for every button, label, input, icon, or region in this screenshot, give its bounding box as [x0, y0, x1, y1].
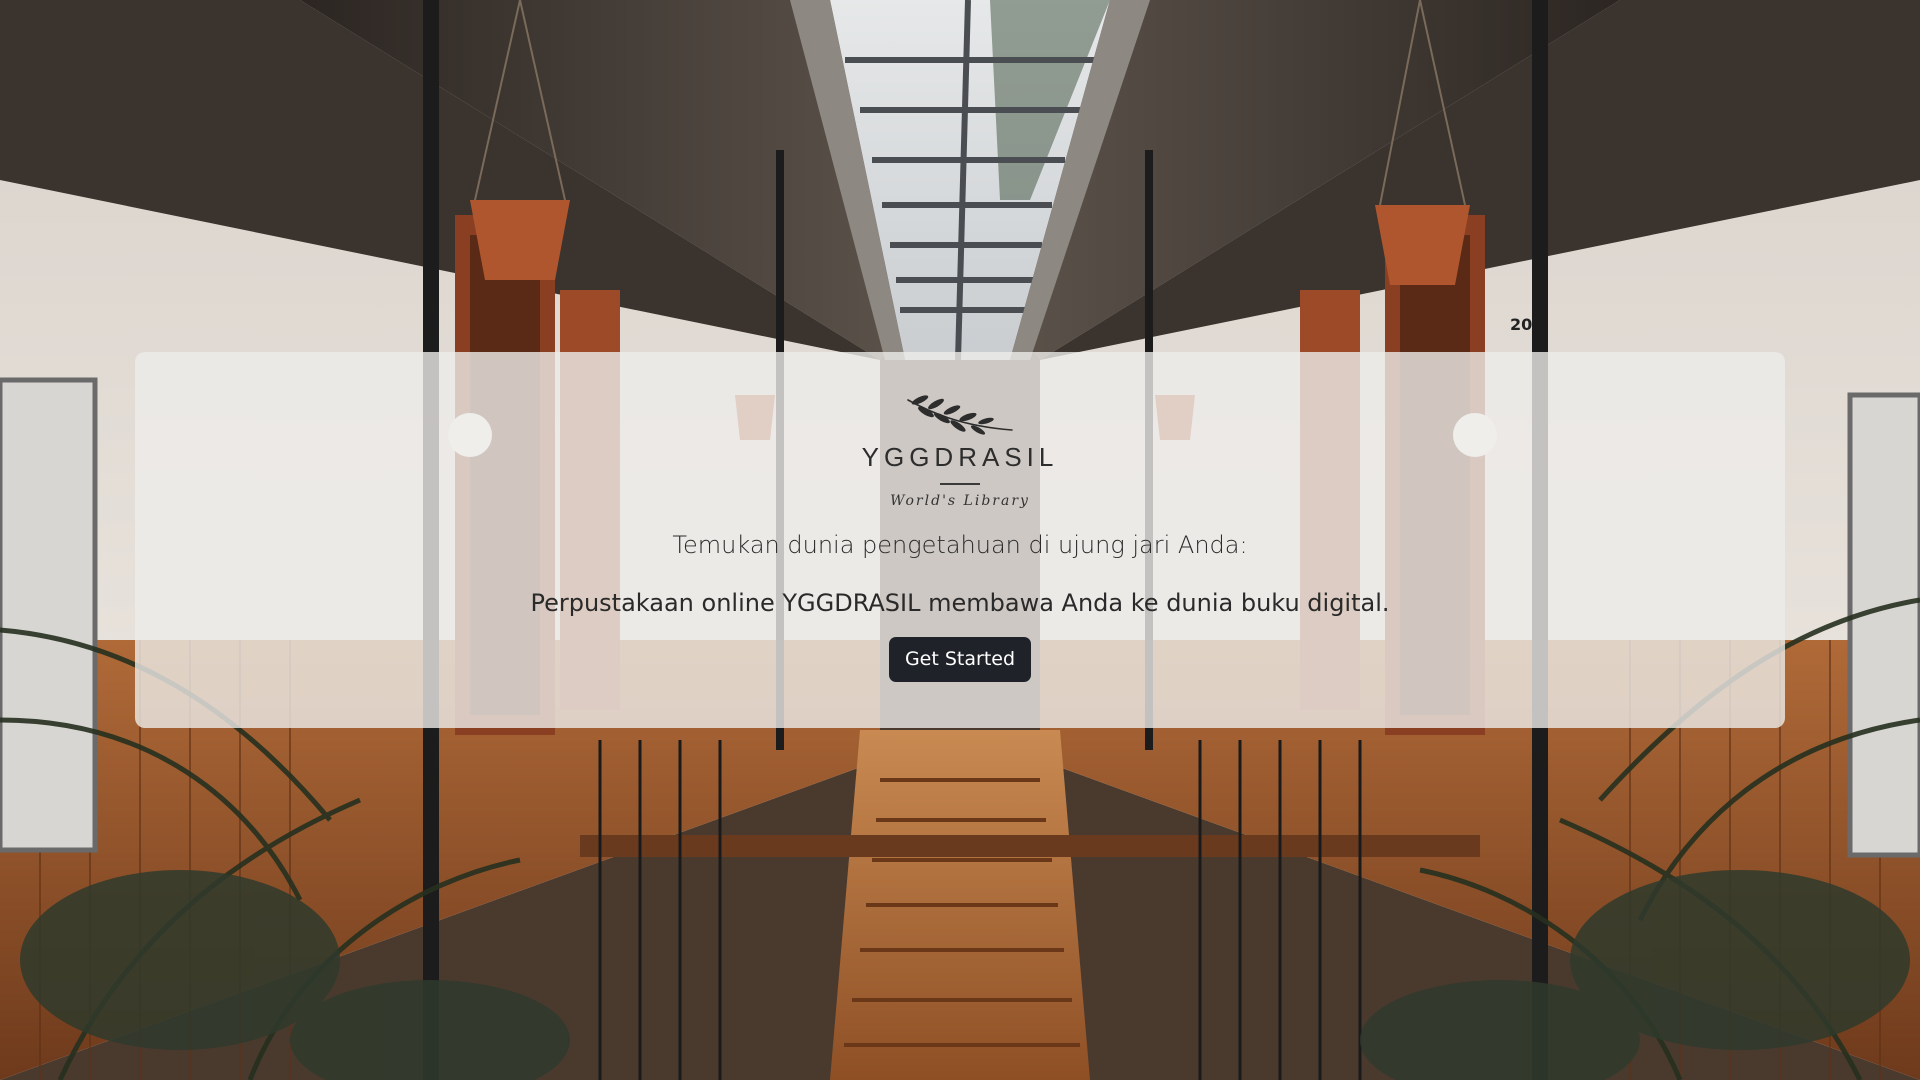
- get-started-button[interactable]: Get Started: [888, 637, 1032, 682]
- brand-tagline: World's Library: [890, 493, 1030, 509]
- hero-headline: Temukan dunia pengetahuan di ujung jari …: [672, 531, 1248, 559]
- brand-name: YGGDRASIL: [861, 442, 1059, 472]
- olive-branch-icon: [907, 395, 1013, 435]
- brand-logo[interactable]: YGGDRASIL World's Library: [862, 390, 1059, 509]
- hero-card: YGGDRASIL World's Library Temukan dunia …: [135, 352, 1785, 728]
- hero-subline: Perpustakaan online YGGDRASIL membawa An…: [530, 589, 1390, 617]
- logo-divider: [940, 483, 980, 485]
